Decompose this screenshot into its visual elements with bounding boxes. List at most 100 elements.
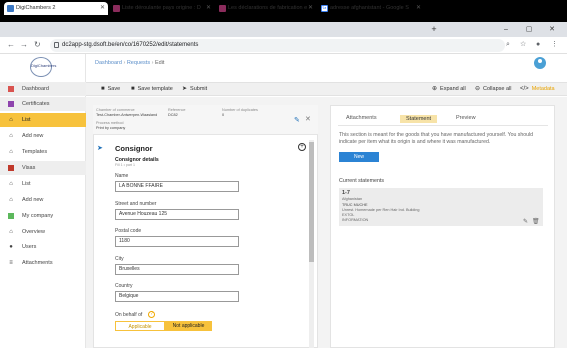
home-icon: ⌂ (9, 149, 13, 155)
sidebar-item-visas-list[interactable]: ⌂ List (0, 177, 86, 191)
not-applicable-toggle[interactable]: Not applicable (165, 321, 212, 331)
sidebar-item-label: My company (22, 213, 54, 219)
save-template-label: Save template (137, 86, 173, 92)
statement-line: Afghanistan (342, 197, 363, 201)
close-icon[interactable]: ✕ (305, 115, 311, 123)
browser-tab-google[interactable]: G adresse afghanistant - Google S ✕ (318, 2, 424, 15)
add-circle-icon[interactable]: + (298, 143, 306, 151)
zoom-icon[interactable]: ⌕ (506, 40, 510, 50)
browser-tab-liste[interactable]: Liste déroulante pays origine : D ✕ (110, 2, 214, 15)
reload-icon[interactable]: ↻ (34, 40, 41, 50)
certificate-icon (8, 101, 14, 107)
country-input[interactable]: Belgique (115, 291, 239, 302)
edit-pencil-icon[interactable]: ✎ (523, 218, 528, 225)
help-icon[interactable]: ? (148, 311, 155, 318)
close-tab-icon[interactable]: ✕ (206, 2, 211, 15)
new-statement-button[interactable]: New (339, 152, 379, 162)
close-window-button[interactable]: ✕ (541, 22, 563, 37)
company-icon (8, 213, 14, 219)
save-button[interactable]: ■ Save (101, 84, 120, 94)
breadcrumb-requests[interactable]: Requests (127, 60, 150, 66)
minimize-button[interactable]: – (495, 22, 517, 37)
google-favicon-icon: G (321, 5, 328, 12)
sidebar-item-visas[interactable]: Visas (0, 161, 86, 175)
code-icon: </> (520, 86, 529, 92)
scrollbar-thumb[interactable] (309, 142, 314, 262)
back-arrow-icon[interactable]: ← (7, 40, 15, 50)
close-tab-icon[interactable]: ✕ (416, 2, 421, 15)
sidebar-item-dashboard[interactable]: Dashboard (0, 82, 86, 96)
digichambers-favicon-icon (7, 5, 14, 12)
street-label: Street and number (115, 201, 157, 207)
url-text: dc2app-stg.dsoft.be/en/co/1670252/edit/s… (62, 42, 199, 48)
trash-icon[interactable]: 🗑 (532, 218, 540, 225)
submit-button[interactable]: ➤ Submit (182, 84, 207, 94)
maximize-button[interactable]: ▢ (518, 22, 540, 37)
expand-all-button[interactable]: ⊕ Expand all (432, 84, 466, 94)
users-icon: ● (9, 244, 13, 250)
metadata-button[interactable]: </> Metadata (520, 84, 555, 94)
sidebar-item-label: List (22, 117, 31, 123)
edit-pencil-icon[interactable]: ✎ (294, 116, 300, 124)
tab-attachments[interactable]: Attachments (346, 115, 377, 121)
navigation-arrow-icon: ➤ (97, 145, 103, 152)
save-label: Save (107, 86, 121, 92)
close-tab-icon[interactable]: ✕ (308, 2, 313, 15)
collapse-all-button[interactable]: ⊖ Collapse all (475, 84, 511, 94)
save-icon: ■ (131, 86, 135, 92)
sidebar-item-visas-add[interactable]: ⌂ Add new (0, 193, 86, 207)
sidebar-item-label: Attachments (22, 260, 53, 266)
tab-statement[interactable]: Statement (400, 115, 438, 123)
browser-tab-declarations[interactable]: Les déclarations de fabrication e ✕ (216, 2, 316, 15)
dashboard-icon (8, 86, 14, 92)
sidebar-item-my-company[interactable]: My company (0, 209, 86, 223)
current-statements-label: Current statements (339, 178, 385, 184)
sidebar-item-label: Dashboard (22, 86, 49, 92)
tab-preview[interactable]: Preview (456, 115, 476, 121)
user-avatar[interactable] (534, 57, 546, 69)
expand-icon: ⊕ (432, 86, 438, 92)
city-label: City (115, 256, 124, 262)
forward-arrow-icon[interactable]: → (20, 40, 28, 50)
browser-menu-icon[interactable]: ⋮ (551, 40, 558, 50)
visa-icon (8, 165, 14, 171)
breadcrumb: Dashboard › Requests › Edit (95, 60, 165, 66)
sidebar-item-certificates-list[interactable]: ⌂ List (0, 113, 86, 127)
sidebar-item-label: Add new (22, 197, 44, 203)
home-icon: ⌂ (9, 197, 13, 203)
scrollbar[interactable] (309, 140, 314, 348)
home-icon: ⌂ (9, 181, 13, 187)
profile-icon[interactable]: ● (536, 40, 540, 50)
sidebar-item-attachments[interactable]: ≡ Attachments (0, 256, 86, 270)
save-template-button[interactable]: ■ Save template (131, 84, 173, 94)
browser-tab-digichambers[interactable]: DigiChambers 2 ✕ (4, 2, 108, 15)
chamber-value: Test-Chamber-Antwerpen-Waasland (96, 113, 158, 117)
send-icon: ➤ (182, 86, 188, 92)
sidebar-item-label: Overview (22, 229, 45, 235)
street-input[interactable]: Avenue Houzeau 125 (115, 209, 239, 220)
tab-label: Liste déroulante pays origine : D (122, 5, 201, 11)
duplicates-value: 0 (222, 113, 225, 117)
statement-item[interactable] (339, 188, 543, 226)
sidebar-item-certificates[interactable]: Certificates (0, 97, 86, 111)
sidebar-item-certificates-add[interactable]: ⌂ Add new (0, 129, 86, 143)
name-input[interactable]: LA BONNE FFAIRE (115, 181, 239, 192)
sidebar-item-label: Add new (22, 133, 44, 139)
breadcrumb-dashboard[interactable]: Dashboard (95, 60, 122, 66)
new-tab-button[interactable]: + (428, 23, 440, 36)
process-value: Print by company (96, 126, 126, 130)
city-input[interactable]: Bruxelles (115, 264, 239, 275)
applicable-toggle[interactable]: Applicable (115, 321, 165, 331)
postal-code-label: Postal code (115, 228, 142, 234)
collapse-icon: ⊖ (475, 86, 481, 92)
sidebar-item-users[interactable]: ● Users (0, 240, 86, 254)
sidebar-item-overview[interactable]: ⌂ Overview (0, 225, 86, 239)
sidebar-item-label: List (22, 181, 31, 187)
home-icon: ⌂ (9, 133, 13, 139)
postal-code-input[interactable]: 1180 (115, 236, 239, 247)
bookmark-star-icon[interactable]: ☆ (520, 40, 526, 50)
home-icon: ⌂ (9, 117, 13, 123)
close-tab-icon[interactable]: ✕ (100, 2, 105, 15)
app-logo[interactable]: DigiChambers (30, 57, 56, 77)
sidebar-item-templates[interactable]: ⌂ Templates (0, 145, 86, 159)
